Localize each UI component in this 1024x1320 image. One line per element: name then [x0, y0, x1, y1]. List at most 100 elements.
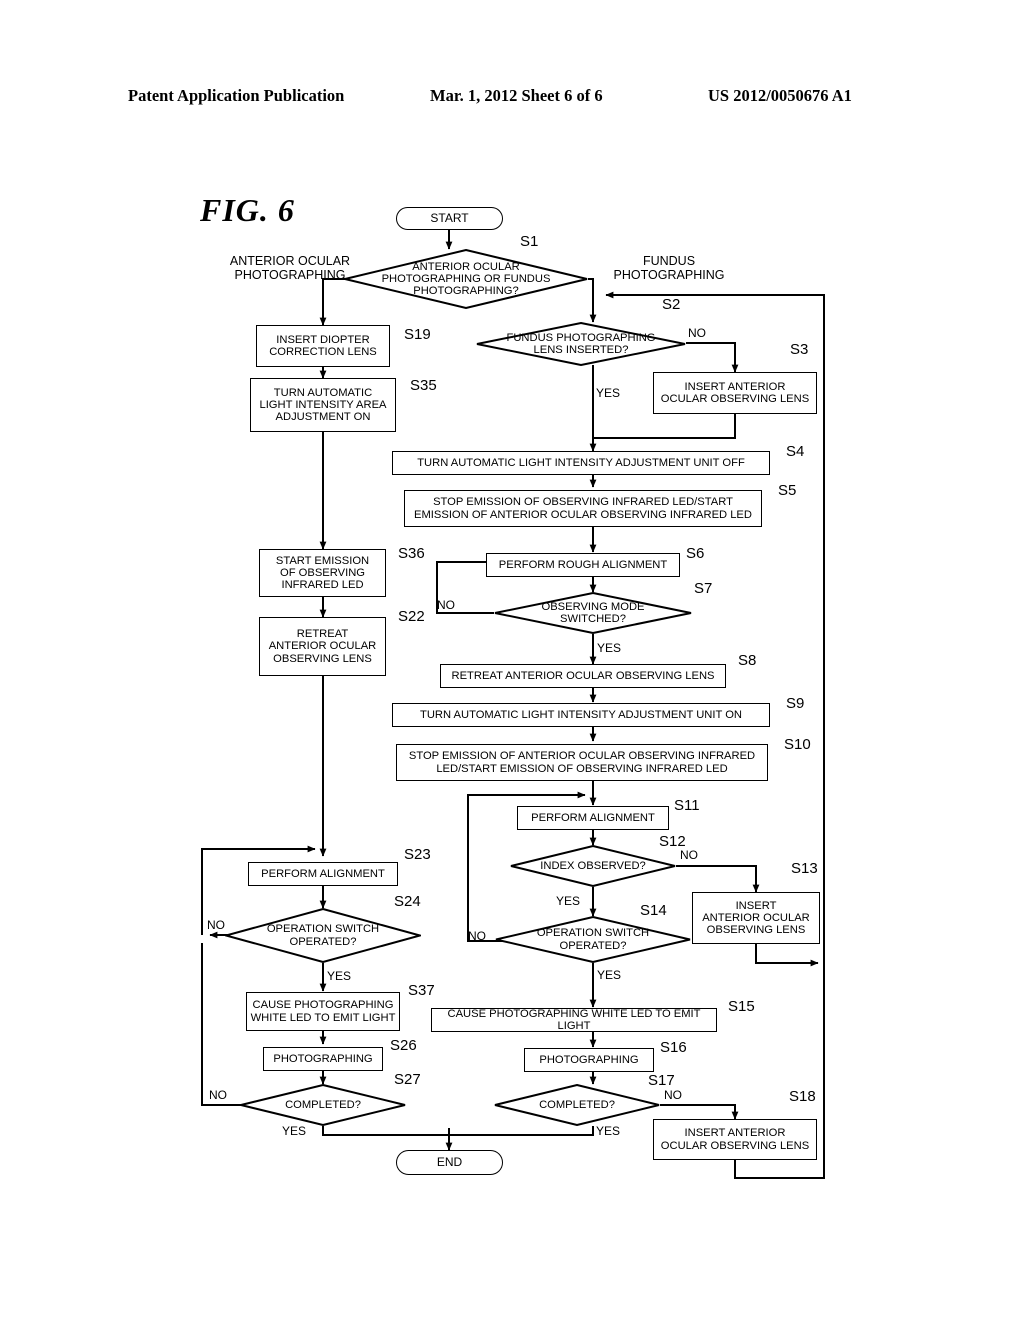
node-s23-text: PERFORM ALIGNMENT [261, 867, 385, 880]
tag-s26: S26 [390, 1037, 417, 1054]
node-s5-text: STOP EMISSION OF OBSERVING INFRARED LED/… [414, 496, 752, 521]
node-s16: PHOTOGRAPHING [524, 1048, 654, 1072]
tag-s3: S3 [790, 341, 809, 358]
node-s14-text: OPERATION SWITCH OPERATED? [536, 927, 650, 952]
tag-s19: S19 [404, 326, 431, 343]
tag-s17: S17 [648, 1072, 675, 1089]
node-s27-decision: COMPLETED? [240, 1084, 406, 1126]
node-s4-text: TURN AUTOMATIC LIGHT INTENSITY ADJUSTMEN… [417, 456, 745, 469]
node-s10: STOP EMISSION OF ANTERIOR OCULAR OBSERVI… [396, 744, 768, 781]
branch-s24-yes: YES [327, 969, 352, 983]
tag-s8: S8 [738, 652, 757, 669]
node-s18-text: INSERT ANTERIOR OCULAR OBSERVING LENS [660, 1127, 810, 1152]
tag-s27: S27 [394, 1071, 421, 1088]
node-s10-text: STOP EMISSION OF ANTERIOR OCULAR OBSERVI… [408, 750, 756, 775]
patent-page: Patent Application Publication Mar. 1, 2… [0, 0, 1024, 1320]
node-s26-text: PHOTOGRAPHING [273, 1052, 373, 1065]
tag-s22: S22 [398, 608, 425, 625]
node-s6-text: PERFORM ROUGH ALIGNMENT [498, 558, 668, 571]
node-s11: PERFORM ALIGNMENT [517, 806, 669, 830]
branch-s12-no: NO [680, 848, 698, 862]
node-s23: PERFORM ALIGNMENT [248, 862, 398, 886]
node-start-text: START [430, 211, 469, 226]
tag-s2: S2 [662, 296, 681, 313]
node-s1-decision: ANTERIOR OCULAR PHOTOGRAPHING OR FUNDUS … [344, 249, 588, 309]
node-s9: TURN AUTOMATIC LIGHT INTENSITY ADJUSTMEN… [392, 703, 770, 727]
node-s22: RETREAT ANTERIOR OCULAR OBSERVING LENS [259, 617, 386, 676]
branch-s27-yes: YES [282, 1124, 307, 1138]
label-fundus-photographing: FUNDUS PHOTOGRAPHING [613, 254, 725, 282]
tag-s7: S7 [694, 580, 713, 597]
branch-s17-no: NO [664, 1088, 682, 1102]
node-s12-decision: INDEX OBSERVED? [510, 845, 676, 887]
tag-s36: S36 [398, 545, 425, 562]
node-s9-text: TURN AUTOMATIC LIGHT INTENSITY ADJUSTMEN… [420, 708, 742, 721]
node-s18: INSERT ANTERIOR OCULAR OBSERVING LENS [653, 1119, 817, 1160]
tag-s4: S4 [786, 443, 805, 460]
node-s12-text: INDEX OBSERVED? [540, 859, 646, 872]
branch-s24-no: NO [207, 918, 225, 932]
node-s15-text: CAUSE PHOTOGRAPHING WHITE LED TO EMIT LI… [447, 1007, 701, 1032]
tag-s37: S37 [408, 982, 435, 999]
node-end-text: END [436, 1155, 463, 1170]
tag-s16: S16 [660, 1039, 687, 1056]
tag-s14: S14 [640, 902, 667, 919]
node-s36-text: START EMISSION OF OBSERVING INFRARED LED [275, 554, 370, 592]
tag-s9: S9 [786, 695, 805, 712]
node-s2-decision: FUNDUS PHOTOGRAPHING LENS INSERTED? [476, 322, 686, 366]
node-s19: INSERT DIOPTER CORRECTION LENS [256, 325, 390, 367]
branch-s17-yes: YES [596, 1124, 621, 1138]
tag-s18: S18 [789, 1088, 816, 1105]
node-s2-text: FUNDUS PHOTOGRAPHING LENS INSERTED? [506, 331, 656, 356]
branch-s7-no: NO [437, 598, 455, 612]
branch-s2-yes: YES [596, 386, 621, 400]
node-s35: TURN AUTOMATIC LIGHT INTENSITY AREA ADJU… [250, 378, 396, 432]
branch-s14-yes: YES [597, 968, 622, 982]
label-anterior-ocular-photographing: ANTERIOR OCULAR PHOTOGRAPHING [229, 254, 351, 282]
node-s7-text: OBSERVING MODE SWITCHED? [541, 600, 645, 625]
node-s8-text: RETREAT ANTERIOR OCULAR OBSERVING LENS [451, 669, 715, 682]
node-s14-decision: OPERATION SWITCH OPERATED? [495, 916, 691, 963]
tag-s5: S5 [778, 482, 797, 499]
node-s3: INSERT ANTERIOR OCULAR OBSERVING LENS [653, 372, 817, 414]
node-s5: STOP EMISSION OF OBSERVING INFRARED LED/… [404, 490, 762, 527]
node-s1-text: ANTERIOR OCULAR PHOTOGRAPHING OR FUNDUS … [381, 260, 551, 298]
node-s13: INSERT ANTERIOR OCULAR OBSERVING LENS [692, 892, 820, 944]
node-s17-text: COMPLETED? [539, 1098, 615, 1111]
branch-s12-yes: YES [556, 894, 581, 908]
node-s36: START EMISSION OF OBSERVING INFRARED LED [259, 549, 386, 597]
node-s7-decision: OBSERVING MODE SWITCHED? [494, 592, 692, 634]
tag-s6: S6 [686, 545, 705, 562]
node-s17-decision: COMPLETED? [494, 1084, 660, 1126]
tag-s15: S15 [728, 998, 755, 1015]
tag-s24: S24 [394, 893, 421, 910]
node-s16-text: PHOTOGRAPHING [539, 1053, 639, 1066]
node-s6: PERFORM ROUGH ALIGNMENT [486, 553, 680, 577]
node-s13-text: INSERT ANTERIOR OCULAR OBSERVING LENS [702, 899, 810, 937]
node-s15: CAUSE PHOTOGRAPHING WHITE LED TO EMIT LI… [431, 1008, 717, 1032]
branch-s2-no: NO [688, 326, 706, 340]
node-s24-decision: OPERATION SWITCH OPERATED? [225, 908, 421, 963]
node-s24-text: OPERATION SWITCH OPERATED? [266, 923, 380, 948]
node-s4: TURN AUTOMATIC LIGHT INTENSITY ADJUSTMEN… [392, 451, 770, 475]
branch-s7-yes: YES [597, 641, 622, 655]
node-s8: RETREAT ANTERIOR OCULAR OBSERVING LENS [440, 664, 726, 688]
node-s37: CAUSE PHOTOGRAPHING WHITE LED TO EMIT LI… [246, 992, 400, 1031]
node-s11-text: PERFORM ALIGNMENT [531, 811, 655, 824]
node-s3-text: INSERT ANTERIOR OCULAR OBSERVING LENS [660, 380, 810, 405]
tag-s11: S11 [674, 797, 700, 814]
node-s22-text: RETREAT ANTERIOR OCULAR OBSERVING LENS [268, 628, 377, 665]
node-start: START [396, 207, 503, 230]
branch-s27-no: NO [209, 1088, 227, 1102]
tag-s1: S1 [520, 233, 539, 250]
node-s37-text: CAUSE PHOTOGRAPHING WHITE LED TO EMIT LI… [250, 999, 396, 1024]
node-s35-text: TURN AUTOMATIC LIGHT INTENSITY AREA ADJU… [259, 386, 387, 424]
tag-s13: S13 [791, 860, 818, 877]
node-s27-text: COMPLETED? [285, 1098, 361, 1111]
tag-s23: S23 [404, 846, 431, 863]
node-end: END [396, 1150, 503, 1175]
tag-s35: S35 [410, 377, 437, 394]
tag-s10: S10 [784, 736, 811, 753]
branch-s14-no: NO [468, 929, 486, 943]
node-s26: PHOTOGRAPHING [263, 1047, 383, 1071]
